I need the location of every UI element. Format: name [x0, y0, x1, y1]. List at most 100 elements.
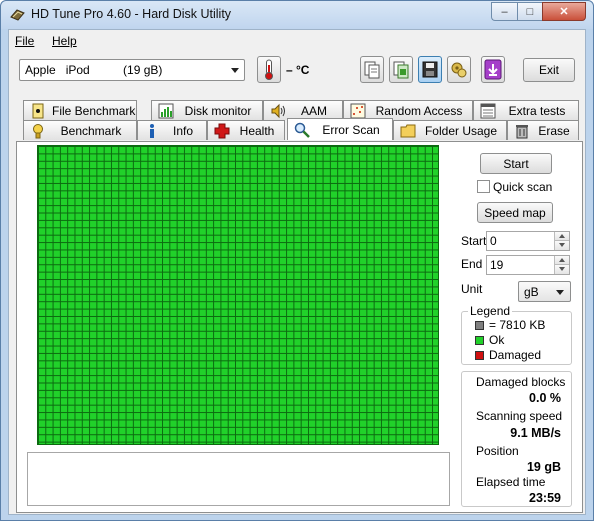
spin-down-icon[interactable]: [554, 241, 569, 250]
unit-label: Unit: [461, 282, 483, 296]
tab-extra-tests[interactable]: Extra tests: [473, 100, 579, 120]
tab-error-scan[interactable]: Error Scan: [287, 118, 393, 140]
unit-select-value: gB: [524, 285, 539, 299]
error-scan-panel: Start Quick scan Speed map Start 0 End 1…: [16, 141, 583, 513]
tab-label: Disk monitor: [184, 103, 252, 118]
tab-disk-monitor[interactable]: Disk monitor: [151, 100, 263, 120]
elapsed-time-value: 23:59: [529, 491, 561, 505]
copy-text-button[interactable]: [360, 56, 384, 83]
tab-label: Error Scan: [322, 122, 380, 137]
tab-aam[interactable]: AAM: [263, 100, 343, 120]
menu-help-label: Help: [52, 34, 77, 48]
scanning-speed-value: 9.1 MB/s: [510, 426, 561, 440]
legend-block-size: = 7810 KB: [489, 318, 546, 332]
damaged-blocks-value: 0.0 %: [529, 391, 561, 405]
position-value: 19 gB: [526, 460, 561, 474]
unit-select[interactable]: gB: [518, 281, 571, 302]
menu-file-label: File: [15, 34, 35, 48]
start-scan-button[interactable]: Start: [480, 153, 552, 174]
benchmark-icon: [33, 123, 43, 138]
tab-health[interactable]: Health: [207, 120, 285, 140]
end-position-input[interactable]: 19: [486, 255, 570, 275]
tab-erase[interactable]: Erase: [507, 120, 579, 140]
maximize-button[interactable]: □: [517, 2, 542, 21]
window-controls: – □ ✕: [491, 2, 586, 21]
tab-label: Erase: [538, 123, 570, 138]
trash-icon: [516, 124, 528, 138]
spin-up-icon[interactable]: [554, 256, 569, 265]
temperature-readout: – °C: [286, 63, 310, 77]
start-position-label: Start: [461, 234, 487, 248]
tab-file-benchmark[interactable]: File Benchmark: [23, 100, 137, 120]
copy-screenshot-icon: [393, 61, 409, 79]
options-button[interactable]: [447, 56, 471, 83]
end-position-label: End: [461, 257, 483, 271]
quick-scan-checkbox[interactable]: [477, 180, 490, 193]
spin-down-icon[interactable]: [554, 265, 569, 274]
scanning-speed-label: Scanning speed: [476, 409, 563, 423]
tab-label: Benchmark: [60, 123, 122, 138]
save-button[interactable]: [418, 56, 442, 83]
tab-label: Info: [172, 123, 193, 138]
window-title: HD Tune Pro 4.60 - Hard Disk Utility: [31, 7, 232, 21]
legend-damaged: Damaged: [489, 348, 542, 362]
drive-select-value: Apple iPod (19 gB): [25, 63, 163, 77]
legend-ok: Ok: [489, 333, 505, 347]
tab-label: File Benchmark: [52, 103, 136, 118]
extra-tests-icon: [480, 103, 496, 118]
end-position-value: 19: [490, 258, 504, 272]
position-label: Position: [476, 444, 519, 458]
tab-folder-usage[interactable]: Folder Usage: [393, 120, 507, 140]
thermometer-icon: [265, 59, 273, 80]
health-icon: [214, 123, 230, 138]
elapsed-time-label: Elapsed time: [476, 475, 546, 489]
quick-scan-label: Quick scan: [493, 180, 553, 194]
random-access-icon: [350, 103, 366, 118]
title-bar[interactable]: HD Tune Pro 4.60 - Hard Disk Utility – □…: [1, 1, 593, 29]
ok-swatch: [475, 336, 484, 345]
copy-screenshot-button[interactable]: [389, 56, 413, 83]
menu-bar: File Help: [9, 30, 585, 50]
tab-label: AAM: [300, 103, 327, 118]
damaged-swatch: [475, 351, 484, 360]
temperature-button[interactable]: [257, 56, 281, 83]
start-position-input[interactable]: 0: [486, 231, 570, 251]
tab-label: Extra tests: [508, 103, 566, 118]
menu-file[interactable]: File: [15, 34, 34, 48]
exit-button[interactable]: Exit: [523, 58, 575, 82]
disk-monitor-icon: [158, 103, 174, 118]
damaged-blocks-label: Damaged blocks: [476, 375, 566, 389]
speaker-icon: [271, 103, 285, 118]
download-button[interactable]: [481, 56, 505, 83]
copy-text-icon: [364, 61, 380, 79]
app-icon: [10, 9, 25, 21]
chevron-down-icon: [231, 68, 239, 73]
magnifier-icon: [294, 122, 310, 138]
save-icon: [422, 61, 438, 78]
options-icon: [451, 62, 467, 78]
file-benchmark-icon: [32, 103, 44, 118]
tab-benchmark[interactable]: Benchmark: [23, 120, 137, 140]
scan-block-map: [37, 145, 439, 445]
tab-label: Health: [239, 123, 275, 138]
tab-label: Folder Usage: [424, 123, 498, 138]
close-button[interactable]: ✕: [542, 2, 586, 21]
download-icon: [484, 59, 502, 80]
drive-select[interactable]: Apple iPod (19 gB): [19, 59, 245, 81]
spin-up-icon[interactable]: [554, 232, 569, 241]
tab-random-access[interactable]: Random Access: [343, 100, 473, 120]
app-window: HD Tune Pro 4.60 - Hard Disk Utility – □…: [0, 0, 594, 521]
folder-icon: [400, 124, 416, 137]
info-icon: [150, 123, 154, 138]
tab-label: Random Access: [375, 103, 463, 118]
block-swatch: [475, 321, 484, 330]
menu-help[interactable]: Help: [52, 34, 77, 48]
scan-log-box[interactable]: [27, 452, 450, 506]
minimize-button[interactable]: –: [491, 2, 517, 21]
client-area: File Help Apple iPod (19 gB) – °C Exit F…: [8, 29, 586, 515]
legend-title: Legend: [468, 304, 513, 318]
toolbar: Apple iPod (19 gB) – °C Exit: [9, 52, 585, 88]
tab-info[interactable]: Info: [137, 120, 207, 140]
start-position-value: 0: [490, 234, 497, 248]
speed-map-button[interactable]: Speed map: [477, 202, 553, 223]
